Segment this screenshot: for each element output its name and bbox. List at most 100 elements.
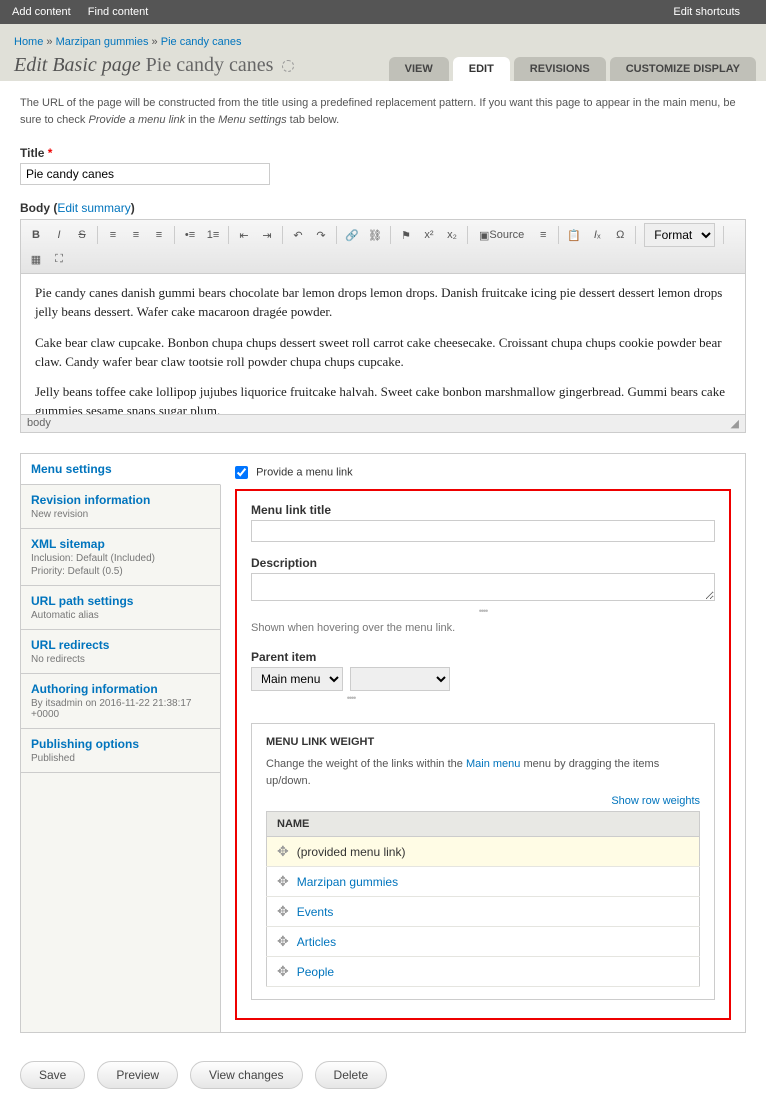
title-label: Title *: [20, 146, 746, 160]
save-button[interactable]: Save: [20, 1061, 85, 1089]
tab-revisions[interactable]: REVISIONS: [514, 57, 606, 81]
breadcrumb-current[interactable]: Pie candy canes: [161, 36, 242, 48]
page-header: Home » Marzipan gummies » Pie candy cane…: [0, 24, 766, 81]
maximize-icon[interactable]: ⛶: [48, 248, 70, 270]
weight-legend: MENU LINK WEIGHT: [266, 736, 700, 748]
resize-grip-icon[interactable]: ◢: [731, 417, 739, 430]
bullet-list-icon[interactable]: •≡: [179, 224, 201, 246]
parent-item-select[interactable]: Main menu: [251, 667, 343, 691]
tab-view[interactable]: VIEW: [389, 57, 449, 81]
bold-icon[interactable]: B: [25, 224, 47, 246]
menu-item-link[interactable]: Events: [297, 905, 334, 919]
superscript-icon[interactable]: x²: [418, 224, 440, 246]
flag-icon[interactable]: ⚑: [395, 224, 417, 246]
source-button[interactable]: ▣ Source: [472, 224, 531, 246]
menu-item-link[interactable]: Marzipan gummies: [297, 875, 398, 889]
weight-table: NAME ✥ (provided menu link) ✥ Marzipan gumm…: [266, 811, 700, 987]
drag-handle-icon[interactable]: ✥: [277, 843, 289, 859]
form-actions: Save Preview View changes Delete: [0, 1047, 766, 1103]
table-row[interactable]: ✥ (provided menu link): [267, 837, 700, 867]
description-label: Description: [251, 556, 715, 570]
paste-icon[interactable]: 📋: [563, 224, 585, 246]
vertical-tabs: Menu settings Revision informationNew re…: [20, 453, 746, 1033]
breadcrumb-parent[interactable]: Marzipan gummies: [56, 36, 149, 48]
breadcrumb: Home » Marzipan gummies » Pie candy cane…: [14, 36, 752, 48]
align-left-icon[interactable]: ≡: [102, 224, 124, 246]
redo-icon[interactable]: ↷: [310, 224, 332, 246]
outdent-icon[interactable]: ⇤: [233, 224, 255, 246]
table-icon[interactable]: ▦: [25, 248, 47, 270]
menu-link-weight-fieldset: MENU LINK WEIGHT Change the weight of th…: [251, 723, 715, 1000]
drag-handle-icon[interactable]: ✥: [277, 963, 289, 979]
undo-icon[interactable]: ↶: [287, 224, 309, 246]
vtab-authoring[interactable]: Authoring informationBy itsadmin on 2016…: [21, 674, 220, 729]
table-row[interactable]: ✥ Articles: [267, 927, 700, 957]
strike-icon[interactable]: S: [71, 224, 93, 246]
menu-item-link[interactable]: People: [297, 965, 334, 979]
toolbar-find-content[interactable]: Find content: [88, 6, 149, 18]
vtab-revision-info[interactable]: Revision informationNew revision: [21, 485, 220, 529]
edit-summary-link[interactable]: Edit summary: [57, 201, 130, 215]
table-row[interactable]: ✥ Events: [267, 897, 700, 927]
primary-tabs: VIEW EDIT REVISIONS CUSTOMIZE DISPLAY: [389, 57, 756, 81]
vtab-url-path[interactable]: URL path settingsAutomatic alias: [21, 586, 220, 630]
menu-item-label: (provided menu link): [297, 845, 406, 859]
weight-description: Change the weight of the links within th…: [266, 756, 700, 789]
vertical-tabs-list: Menu settings Revision informationNew re…: [21, 454, 221, 1032]
drag-handle-icon[interactable]: ✥: [277, 933, 289, 949]
menu-item-link[interactable]: Articles: [297, 935, 336, 949]
show-row-weights-link[interactable]: Show row weights: [611, 795, 700, 807]
body-label: Body (Edit summary): [20, 201, 746, 215]
col-name: NAME: [267, 812, 700, 837]
align-right-icon[interactable]: ≡: [148, 224, 170, 246]
tab-customize-display[interactable]: CUSTOMIZE DISPLAY: [610, 57, 756, 81]
delete-button[interactable]: Delete: [315, 1061, 388, 1089]
editor-footer: body ◢: [21, 414, 745, 432]
provide-menu-link-checkbox[interactable]: [235, 466, 248, 479]
main-menu-link[interactable]: Main menu: [466, 758, 520, 770]
textarea-resize-icon[interactable]: ••••: [251, 606, 715, 616]
number-list-icon[interactable]: 1≡: [202, 224, 224, 246]
vtab-url-redirects[interactable]: URL redirectsNo redirects: [21, 630, 220, 674]
link-icon[interactable]: 🔗: [341, 224, 363, 246]
help-text: The URL of the page will be constructed …: [20, 95, 746, 128]
admin-toolbar: Add content Find content Edit shortcuts: [0, 0, 766, 24]
toolbar-edit-shortcuts[interactable]: Edit shortcuts: [673, 6, 740, 18]
description-help: Shown when hovering over the menu link.: [251, 622, 715, 634]
highlighted-region: Menu link title Description •••• Shown w…: [235, 489, 731, 1020]
format-select[interactable]: Format: [644, 223, 715, 247]
vtab-menu-settings[interactable]: Menu settings: [21, 454, 221, 485]
unlink-icon[interactable]: ⛓: [364, 224, 386, 246]
tab-edit[interactable]: EDIT: [453, 57, 510, 81]
subscript-icon[interactable]: x₂: [441, 224, 463, 246]
remove-format-icon[interactable]: Iₓ: [586, 224, 608, 246]
menu-settings-pane: Provide a menu link Menu link title Desc…: [221, 454, 745, 1032]
content-area: The URL of the page will be constructed …: [0, 81, 766, 1047]
preview-button[interactable]: Preview: [97, 1061, 178, 1089]
menu-link-title-input[interactable]: [251, 520, 715, 542]
drag-handle-icon[interactable]: ✥: [277, 873, 289, 889]
format-icon[interactable]: ≡: [532, 224, 554, 246]
vtab-xml-sitemap[interactable]: XML sitemapInclusion: Default (Included)…: [21, 529, 220, 586]
provide-menu-link-label: Provide a menu link: [256, 466, 353, 478]
drag-handle-icon[interactable]: ✥: [277, 903, 289, 919]
gear-icon[interactable]: [282, 60, 294, 72]
parent-item-label: Parent item: [251, 650, 715, 664]
italic-icon[interactable]: I: [48, 224, 70, 246]
select-resize-icon[interactable]: ••••: [251, 693, 451, 703]
required-mark: *: [48, 146, 53, 160]
table-row[interactable]: ✥ Marzipan gummies: [267, 867, 700, 897]
indent-icon[interactable]: ⇥: [256, 224, 278, 246]
wysiwyg-editor: B I S ≡ ≡ ≡ •≡ 1≡ ⇤ ⇥ ↶ ↷ 🔗 ⛓ ⚑ x² x₂ ▣ …: [20, 219, 746, 433]
breadcrumb-home[interactable]: Home: [14, 36, 43, 48]
vtab-publishing[interactable]: Publishing optionsPublished: [21, 729, 220, 773]
description-textarea[interactable]: [251, 573, 715, 601]
parent-item-select-2[interactable]: [350, 667, 450, 691]
editor-body[interactable]: Pie candy canes danish gummi bears choco…: [21, 274, 745, 414]
view-changes-button[interactable]: View changes: [190, 1061, 303, 1089]
omega-icon[interactable]: Ω: [609, 224, 631, 246]
toolbar-add-content[interactable]: Add content: [12, 6, 71, 18]
align-center-icon[interactable]: ≡: [125, 224, 147, 246]
title-input[interactable]: [20, 163, 270, 185]
table-row[interactable]: ✥ People: [267, 957, 700, 987]
